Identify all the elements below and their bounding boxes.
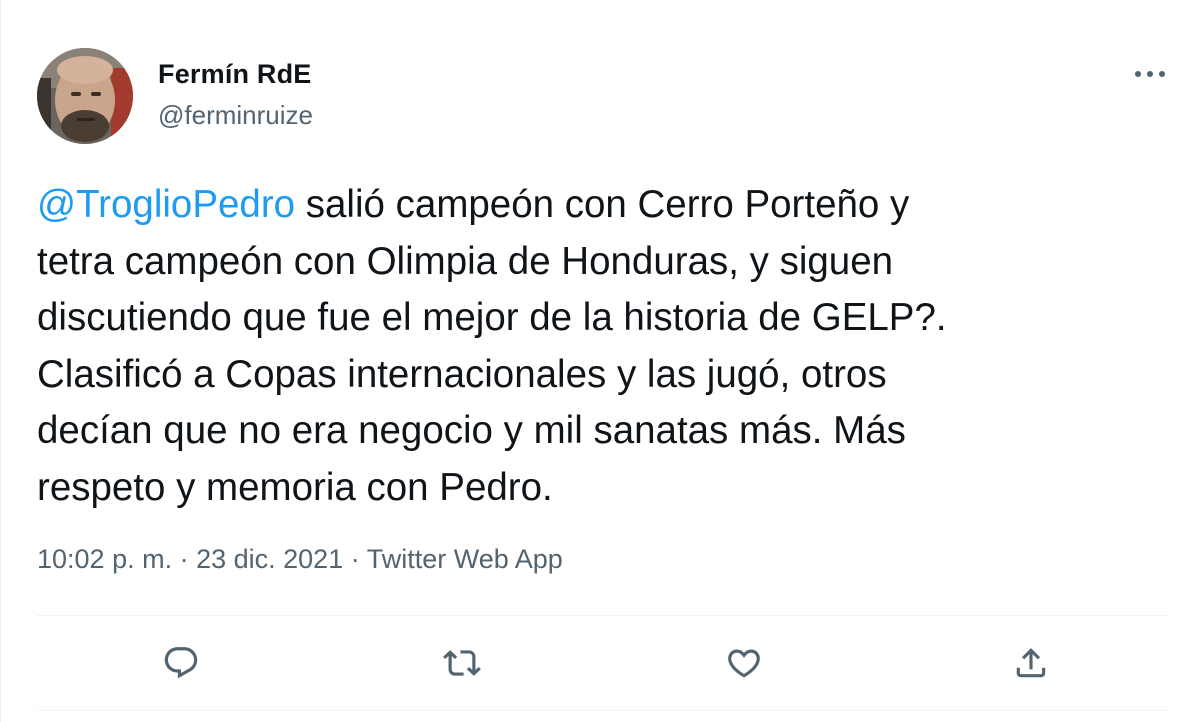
reply-icon [164,647,198,679]
meta-separator: · [343,544,367,574]
share-button[interactable] [1008,640,1054,686]
action-bar [1,616,1200,710]
avatar-image [37,48,133,144]
more-icon [1135,71,1165,77]
share-icon [1016,648,1046,678]
tweet-text-line: decían que no era negocio y mil sanatas … [37,409,906,452]
like-button[interactable] [721,640,767,686]
tweet-card: Fermín RdE @ferminruize @TroglioPedro sa… [0,0,1200,722]
retweet-icon [443,650,481,676]
tweet-text-line: respeto y memoria con Pedro. [37,465,553,509]
retweet-button[interactable] [439,640,485,686]
mention-link[interactable]: @TroglioPedro [37,183,295,226]
tweet-text-line: @TroglioPedro salió campeón con Cerro Po… [37,177,1157,234]
tweet-time[interactable]: 10:02 p. m. [37,544,172,574]
more-button[interactable] [1129,58,1171,90]
tweet-text: @TroglioPedro salió campeón con Cerro Po… [37,177,1157,516]
tweet-text-line: discutiendo que fue el mejor de la histo… [37,296,947,339]
tweet-source[interactable]: Twitter Web App [367,544,563,574]
meta-separator: · [172,544,197,574]
user-handle[interactable]: @ferminruize [158,100,313,131]
avatar[interactable] [37,48,133,144]
tweet-text-line: Clasificó a Copas internacionales y las … [37,352,887,396]
divider [37,710,1167,711]
tweet-date[interactable]: 23 dic. 2021 [196,544,343,574]
tweet-metadata: 10:02 p. m. · 23 dic. 2021 · Twitter Web… [37,544,563,575]
tweet-text-segment: salió campeón con Cerro Porteño y [295,183,910,226]
tweet-text-line: tetra campeón con Olimpia de Honduras, y… [37,239,894,283]
reply-button[interactable] [158,640,204,686]
display-name[interactable]: Fermín RdE [158,59,312,90]
heart-icon [728,649,760,678]
